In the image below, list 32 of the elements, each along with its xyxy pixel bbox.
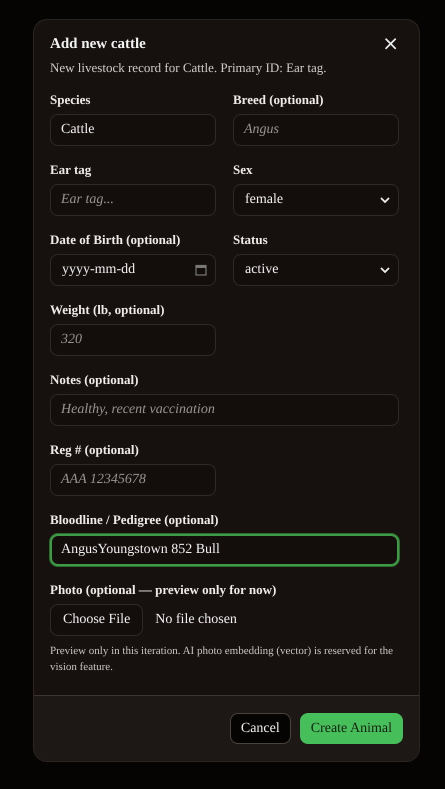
input-field[interactable]: Angus	[233, 114, 399, 146]
field-label: Sex	[233, 162, 254, 178]
input-field[interactable]: Ear tag...	[50, 184, 216, 216]
field-label: Photo (optional — preview only for now)	[50, 582, 278, 598]
input-field[interactable]: Healthy, recent vaccination	[50, 394, 399, 426]
calendar-icon	[195, 264, 207, 276]
field-label: Bloodline / Pedigree (optional)	[50, 512, 220, 528]
field-label: Species	[50, 92, 92, 108]
select-field[interactable]: active	[233, 254, 399, 286]
choose-file-button[interactable]: Choose File	[50, 604, 144, 636]
field-label: Weight (lb, optional)	[50, 302, 166, 318]
field-label: Date of Birth (optional)	[50, 232, 182, 248]
chevron-down-icon	[380, 197, 390, 203]
select-field[interactable]: female	[233, 184, 399, 216]
create-button[interactable]: Create Animal	[300, 713, 403, 744]
field-label: Notes (optional)	[50, 372, 140, 388]
close-button[interactable]: ×	[378, 35, 403, 51]
input-field[interactable]: Cattle	[50, 114, 216, 146]
field-label: Reg # (optional)	[50, 442, 140, 458]
file-status: No file chosen	[155, 612, 237, 628]
input-field[interactable]: AAA 12345678	[50, 464, 216, 496]
field-label: Status	[233, 232, 269, 248]
help-text: Preview only in this iteration. AI photo embedding (vector) is reserved for the vision feature.	[50, 644, 394, 675]
input-field[interactable]: AngusYoungstown 852 Bull	[50, 534, 399, 566]
dialog-subtitle: New livestock record for Cattle. Primary ID: Ear tag.	[50, 60, 328, 76]
input-field[interactable]: 320	[50, 324, 216, 356]
dialog-title: Add new cattle	[50, 36, 146, 53]
cancel-button[interactable]: Cancel	[230, 713, 291, 744]
field-label: Breed (optional)	[233, 92, 324, 108]
date-field[interactable]: yyyy-mm-dd	[50, 254, 216, 286]
chevron-down-icon	[380, 267, 390, 273]
field-label: Ear tag	[50, 162, 92, 178]
